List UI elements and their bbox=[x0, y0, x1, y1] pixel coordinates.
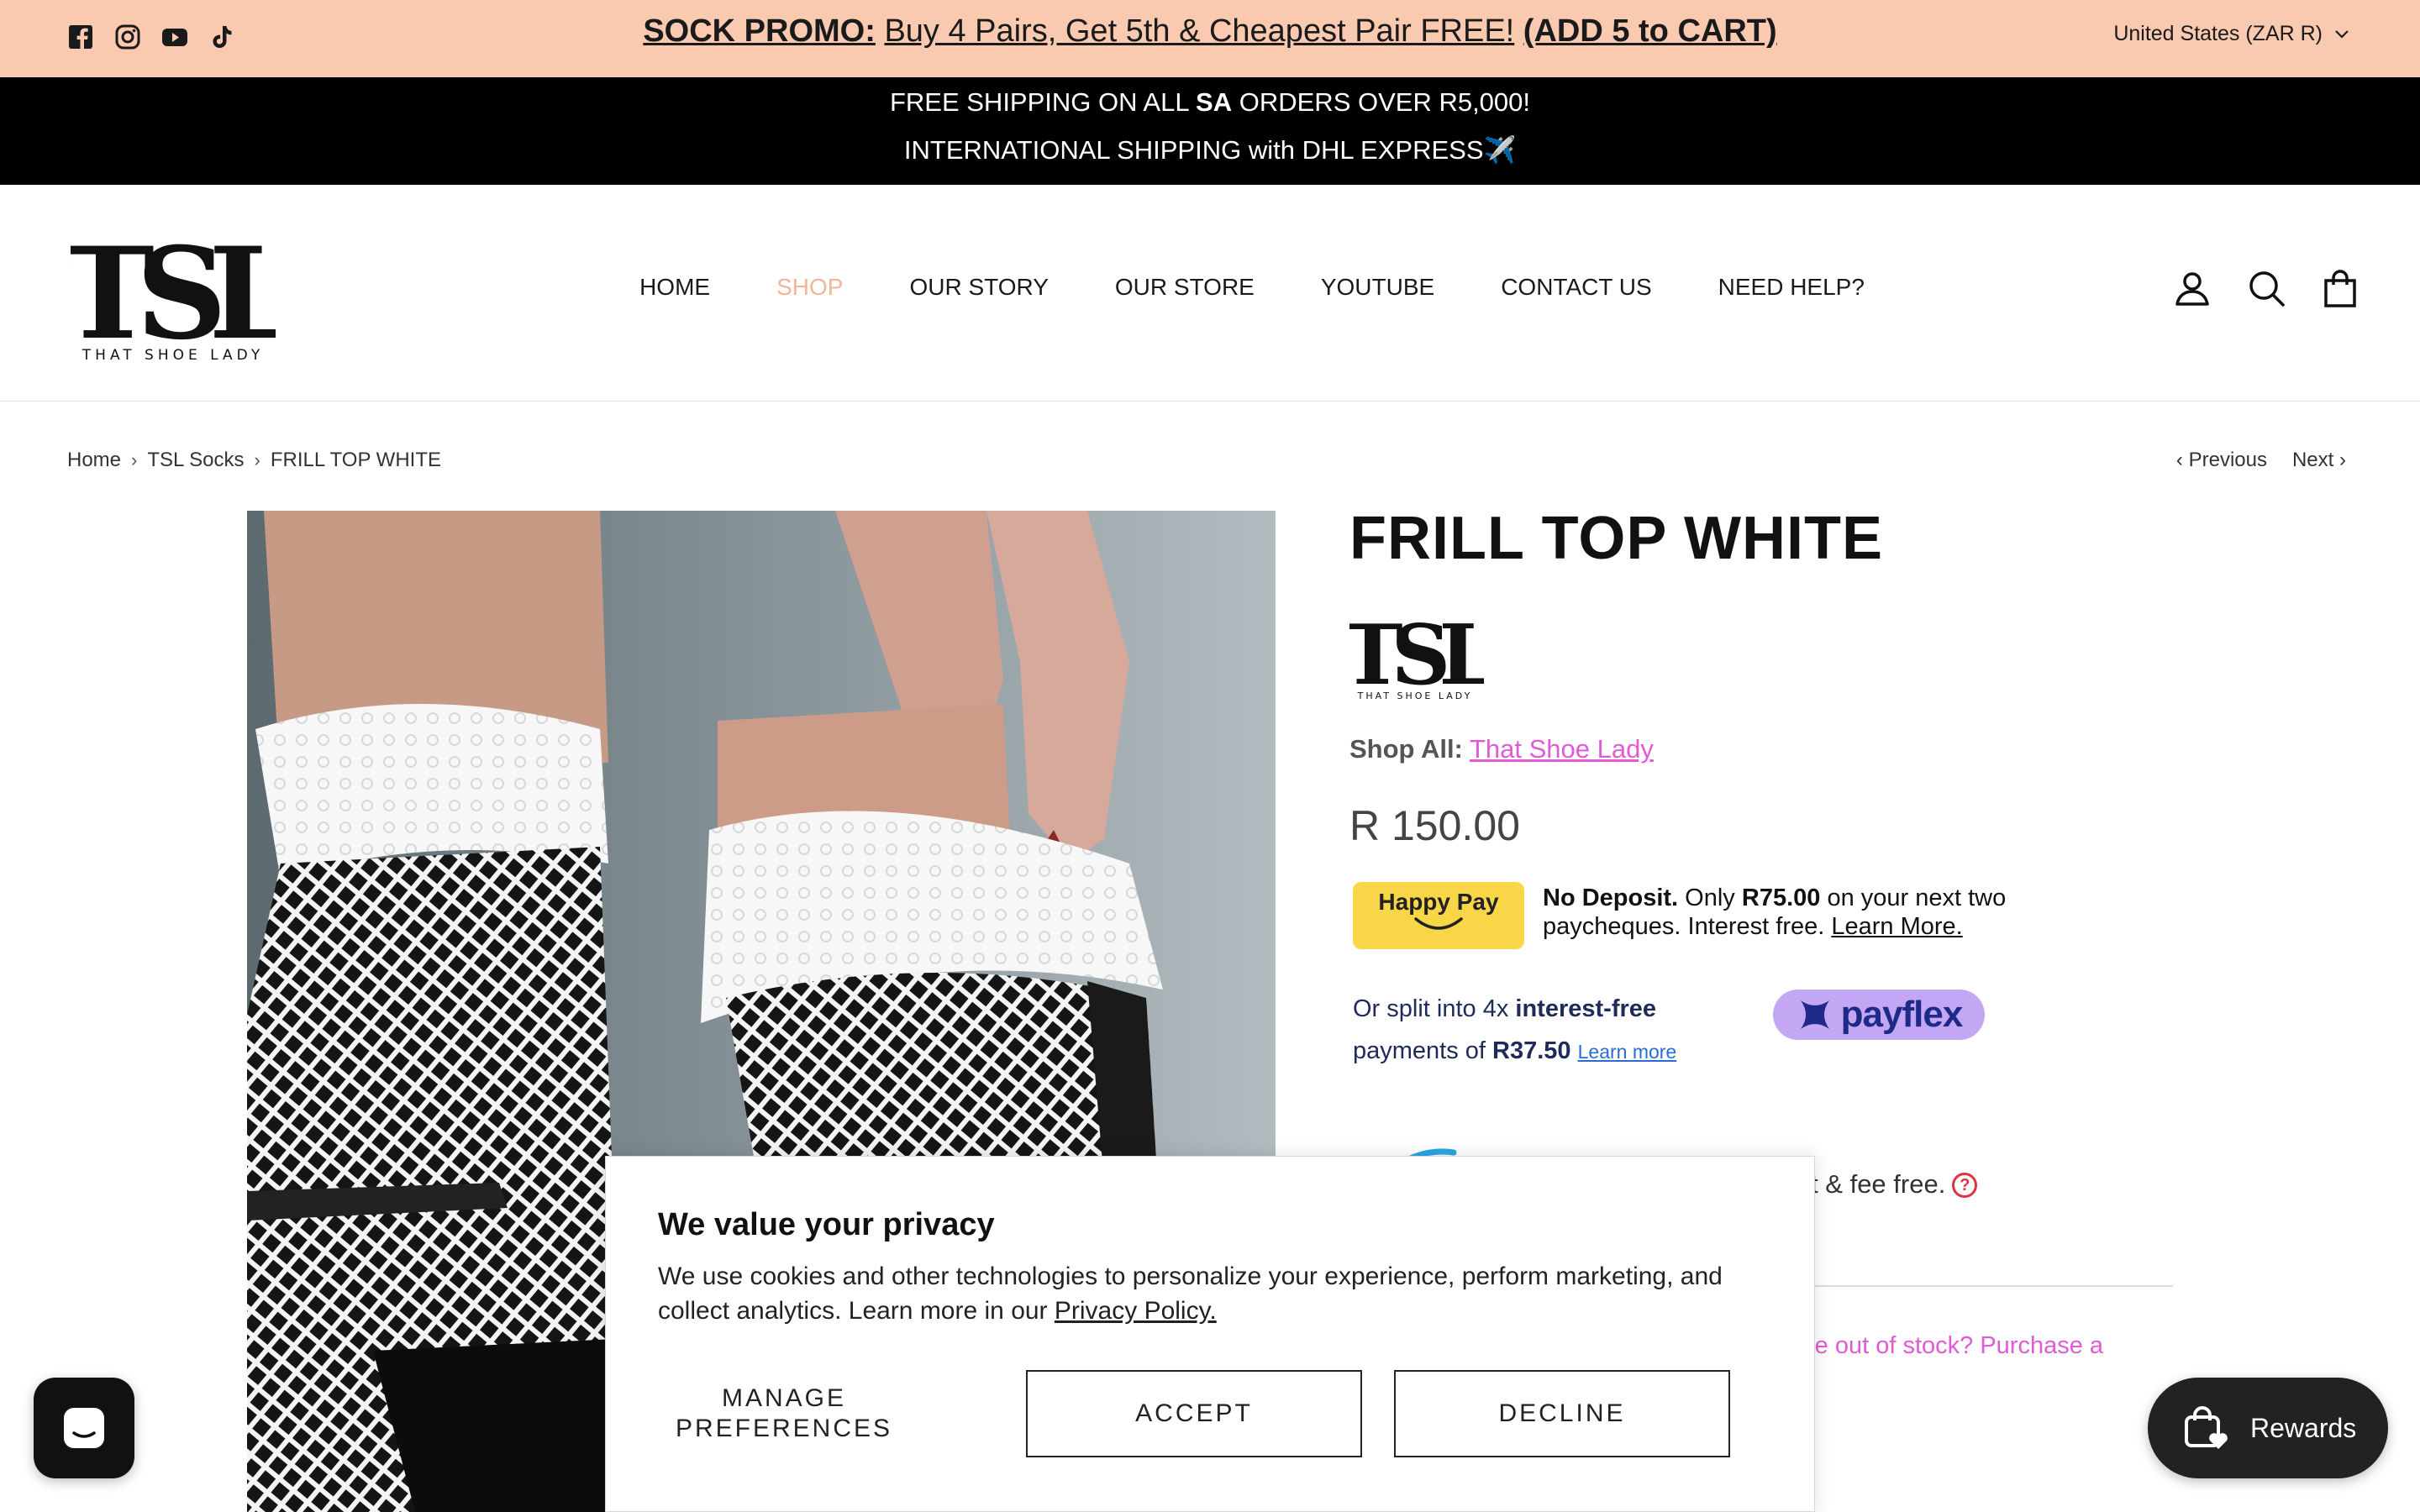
promo-message[interactable]: SOCK PROMO: Buy 4 Pairs, Get 5th & Cheap… bbox=[0, 13, 2420, 50]
payflex-line2: payments of R37.50 Learn more bbox=[1353, 1030, 1676, 1073]
vendor-logo-subtitle: THAT SHOE LADY bbox=[1357, 690, 1473, 701]
logo-subtitle: THAT SHOE LADY bbox=[82, 347, 264, 363]
payflex-logo[interactable]: payflex bbox=[1773, 990, 1985, 1040]
payflex-mark-icon bbox=[1800, 1000, 1829, 1029]
nav-youtube[interactable]: YOUTUBE bbox=[1321, 274, 1434, 301]
payflex-message: Or split into 4x interest-free payments … bbox=[1353, 988, 1676, 1073]
payflex-bold: interest-free bbox=[1515, 995, 1657, 1022]
payflex-line2-pre: payments of bbox=[1353, 1037, 1493, 1064]
payflex-logo-text: payflex bbox=[1840, 994, 1964, 1035]
product-pager: ‹ Previous Next › bbox=[2176, 449, 2346, 472]
shipping-line1-pre: FREE SHIPPING ON ALL bbox=[889, 87, 1197, 117]
shop-all-label: Shop All: bbox=[1349, 734, 1463, 764]
payflex-amount: R37.50 bbox=[1492, 1037, 1571, 1064]
nav-need-help[interactable]: NEED HELP? bbox=[1718, 274, 1865, 301]
nav-our-store[interactable]: OUR STORE bbox=[1115, 274, 1255, 301]
header-actions bbox=[2173, 269, 2360, 307]
shop-all: Shop All: That Shoe Lady bbox=[1349, 734, 1654, 764]
privacy-policy-link[interactable]: Privacy Policy. bbox=[1055, 1297, 1217, 1325]
cookie-body: We use cookies and other technologies to… bbox=[658, 1259, 1776, 1328]
accept-button[interactable]: ACCEPT bbox=[1026, 1370, 1362, 1457]
country-selector[interactable]: United States (ZAR R) bbox=[2113, 22, 2349, 46]
main-nav: HOME SHOP OUR STORY OUR STORE YOUTUBE CO… bbox=[0, 274, 2420, 301]
promo-bar: SOCK PROMO: Buy 4 Pairs, Get 5th & Cheap… bbox=[0, 0, 2420, 77]
happypay-badge-label: Happy Pay bbox=[1378, 889, 1499, 915]
next-link[interactable]: Next › bbox=[2292, 449, 2346, 472]
breadcrumb-collection[interactable]: TSL Socks bbox=[147, 449, 244, 472]
chat-icon bbox=[64, 1408, 104, 1448]
decline-button[interactable]: DECLINE bbox=[1394, 1370, 1730, 1457]
shipping-line1-bold: SA bbox=[1196, 87, 1233, 117]
nav-home[interactable]: HOME bbox=[639, 274, 710, 301]
shop-all-link[interactable]: That Shoe Lady bbox=[1470, 734, 1654, 764]
chevron-right-icon: › bbox=[2333, 449, 2346, 471]
divider bbox=[1807, 1285, 2173, 1287]
out-of-stock-link[interactable]: re out of stock? Purchase a bbox=[1807, 1332, 2103, 1360]
cookie-title: We value your privacy bbox=[658, 1207, 995, 1242]
shopping-bag-heart-icon bbox=[2185, 1406, 2228, 1449]
shipping-line-local: FREE SHIPPING ON ALL SA ORDERS OVER R5,0… bbox=[0, 87, 2420, 118]
next-label: Next bbox=[2291, 449, 2334, 471]
nav-contact-us[interactable]: CONTACT US bbox=[1501, 274, 1651, 301]
smile-icon bbox=[1414, 917, 1463, 930]
happypay-message: No Deposit. Only R75.00 on your next two… bbox=[1543, 884, 2047, 941]
chevron-right-icon: › bbox=[254, 449, 260, 470]
payflex-learn-more[interactable]: Learn more bbox=[1578, 1041, 1677, 1063]
promo-label[interactable]: SOCK PROMO: bbox=[643, 13, 876, 49]
chevron-down-icon bbox=[2335, 29, 2349, 39]
previous-link[interactable]: ‹ Previous bbox=[2176, 449, 2267, 472]
shipping-line-international: INTERNATIONAL SHIPPING with DHL EXPRESS✈… bbox=[903, 135, 1517, 165]
happypay-only: Only bbox=[1678, 885, 1742, 911]
shipping-line1-post: ORDERS OVER R5,000! bbox=[1232, 87, 1531, 117]
payflex-pre: Or split into 4x bbox=[1353, 995, 1516, 1022]
nav-shop[interactable]: SHOP bbox=[776, 274, 843, 301]
chevron-right-icon: › bbox=[131, 449, 138, 470]
rewards-launcher[interactable]: Rewards bbox=[2148, 1378, 2388, 1478]
breadcrumb-home[interactable]: Home bbox=[67, 449, 121, 472]
previous-label: Previous bbox=[2188, 449, 2267, 471]
cookie-banner: We value your privacy We use cookies and… bbox=[605, 1156, 1815, 1512]
site-header: TSL THAT SHOE LADY HOME SHOP OUR STORY O… bbox=[0, 185, 2420, 402]
chat-launcher[interactable] bbox=[34, 1378, 134, 1478]
happypay-amount: R75.00 bbox=[1741, 885, 1821, 911]
breadcrumb: Home › TSL Socks › FRILL TOP WHITE bbox=[67, 449, 441, 472]
happypay-no-deposit: No Deposit. bbox=[1543, 885, 1679, 911]
product-title: FRILL TOP WHITE bbox=[1349, 505, 1884, 572]
promo-offer[interactable]: Buy 4 Pairs, Get 5th & Cheapest Pair FRE… bbox=[884, 13, 1514, 49]
rewards-label: Rewards bbox=[2250, 1412, 2357, 1443]
country-label: United States (ZAR R) bbox=[2113, 22, 2323, 45]
vendor-logo-mark: TSL bbox=[1349, 608, 1484, 702]
breadcrumb-current: FRILL TOP WHITE bbox=[270, 449, 441, 471]
manage-preferences-button[interactable]: MANAGE PREFERENCES bbox=[658, 1370, 910, 1457]
promo-cta[interactable]: (ADD 5 to CART) bbox=[1523, 13, 1777, 49]
cart-icon[interactable] bbox=[2321, 269, 2360, 307]
account-icon[interactable] bbox=[2173, 269, 2212, 307]
vendor-logo[interactable]: TSL THAT SHOE LADY bbox=[1349, 608, 1484, 702]
shipping-announcement: FREE SHIPPING ON ALL SA ORDERS OVER R5,0… bbox=[0, 77, 2420, 185]
nav-our-story[interactable]: OUR STORY bbox=[909, 274, 1048, 301]
search-icon[interactable] bbox=[2247, 269, 2286, 307]
happypay-learn-more[interactable]: Learn More. bbox=[1831, 913, 1962, 940]
happypay-badge[interactable]: Happy Pay bbox=[1353, 882, 1524, 949]
help-icon[interactable]: ? bbox=[1952, 1173, 1978, 1198]
product-price: R 150.00 bbox=[1349, 802, 1520, 849]
payflex-line1: Or split into 4x interest-free bbox=[1353, 988, 1676, 1030]
chevron-left-icon: ‹ bbox=[2175, 449, 2189, 471]
